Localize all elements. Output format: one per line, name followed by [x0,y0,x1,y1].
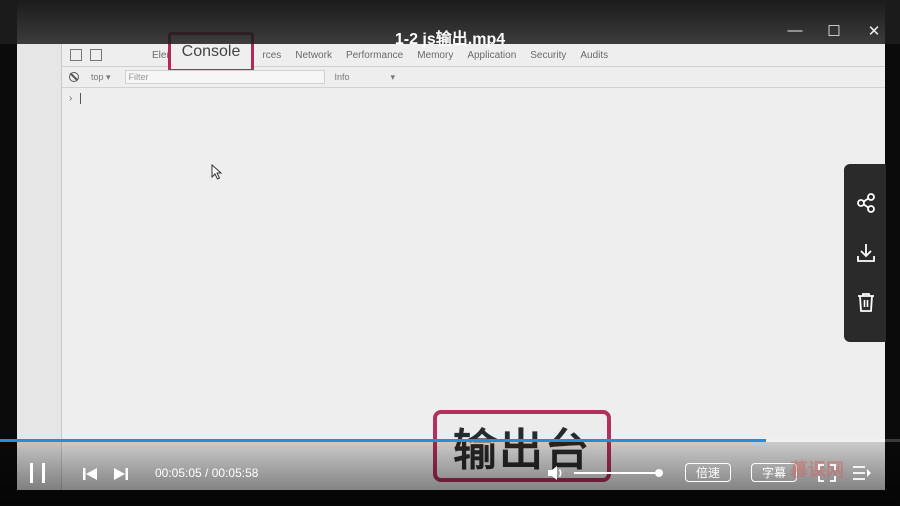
time-separator: / [201,466,212,480]
fullscreen-icon[interactable] [818,464,836,482]
video-frame[interactable]: Eleme Console rces Network Performance M… [17,0,885,490]
level-select: Info [334,72,350,82]
current-time: 00:05:05 [155,466,202,480]
player-controls: 00:05:05 / 00:05:58 倍速 字幕 慕课网 [0,442,900,506]
tab-performance: Performance [345,49,404,61]
device-icon [90,49,102,61]
close-button[interactable]: ✕ [864,22,884,40]
minimize-button[interactable]: — [785,22,805,39]
trash-icon[interactable] [855,291,877,313]
console-prompt: › [69,93,82,105]
clear-console-icon [69,72,79,82]
playlist-icon[interactable] [852,464,872,482]
tab-application: Application [467,49,517,61]
title-bar: 1-2 js输出.mp4 — ☐ ✕ [0,0,900,48]
prompt-chevron: › [69,93,73,105]
level-arrow-icon: ▾ [390,71,396,82]
volume-knob[interactable] [655,469,663,477]
previous-icon[interactable] [82,467,98,481]
volume-icon[interactable] [546,464,566,482]
tab-security: Security [530,49,567,61]
tab-sources: rces [262,49,282,61]
pause-icon[interactable] [28,462,48,484]
tab-memory: Memory [417,49,454,61]
volume-slider[interactable] [574,472,660,474]
console-filter-bar: top ▾ Filter Info ▾ [62,67,885,88]
mouse-pointer-icon [211,164,223,180]
download-icon[interactable] [855,242,877,264]
next-icon[interactable] [113,467,129,481]
window-title: 1-2 js输出.mp4 [394,31,506,48]
tab-audits: Audits [580,49,609,61]
speed-button[interactable]: 倍速 [685,463,731,482]
text-caret [80,93,82,104]
total-duration: 00:05:58 [211,466,259,480]
tab-network: Network [295,49,332,61]
time-display: 00:05:05 / 00:05:58 [155,466,258,480]
maximize-button[interactable]: ☐ [824,22,844,40]
context-select: top ▾ [91,71,111,82]
share-icon[interactable] [855,192,877,214]
inspect-icon [70,49,82,61]
side-action-panel [844,164,886,342]
page-area [17,44,62,490]
filter-input: Filter [124,70,325,84]
